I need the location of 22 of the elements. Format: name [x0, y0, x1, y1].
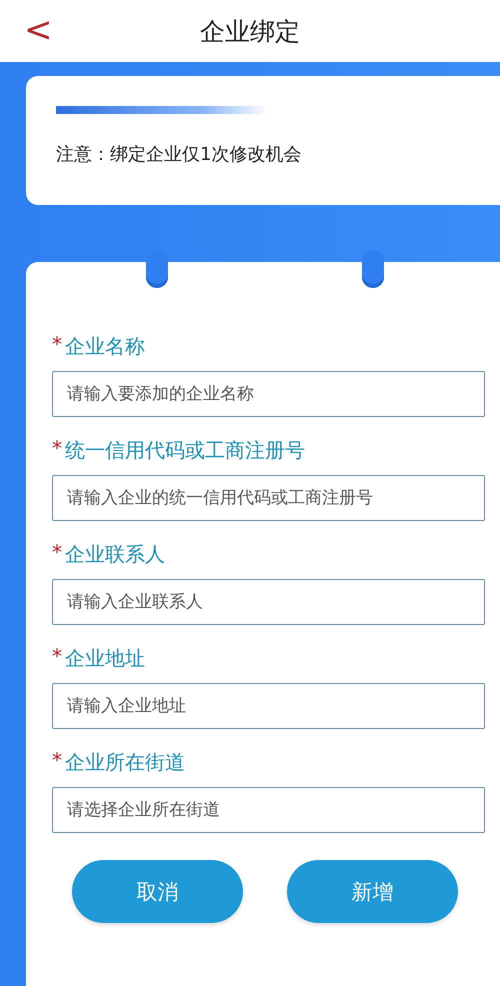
input-field[interactable]: 请输入企业的统一信用代码或工商注册号: [52, 475, 485, 521]
field-label: 统一信用代码或工商注册号: [65, 437, 305, 464]
action-button[interactable]: 取消: [72, 860, 243, 923]
required-mark: *: [52, 540, 62, 564]
back-button[interactable]: <: [18, 8, 58, 52]
required-mark: *: [52, 436, 62, 460]
required-mark: *: [52, 332, 62, 356]
input-field[interactable]: 请选择企业所在街道: [52, 787, 485, 833]
binder-ring-icon: [146, 250, 168, 288]
field-label: 企业联系人: [65, 541, 165, 568]
input-field[interactable]: 请输入企业联系人: [52, 579, 485, 625]
field-label: 企业名称: [65, 333, 145, 360]
required-mark: *: [52, 748, 62, 772]
required-mark: *: [52, 644, 62, 668]
field-label: 企业地址: [65, 645, 145, 672]
notice-text: 注意：绑定企业仅1次修改机会: [56, 143, 302, 166]
field-label: 企业所在街道: [65, 749, 185, 776]
page-title: 企业绑定: [200, 16, 300, 48]
input-field[interactable]: 请输入要添加的企业名称: [52, 371, 485, 417]
binder-ring-icon: [362, 250, 384, 288]
action-button[interactable]: 新增: [287, 860, 458, 923]
input-field[interactable]: 请输入企业地址: [52, 683, 485, 729]
